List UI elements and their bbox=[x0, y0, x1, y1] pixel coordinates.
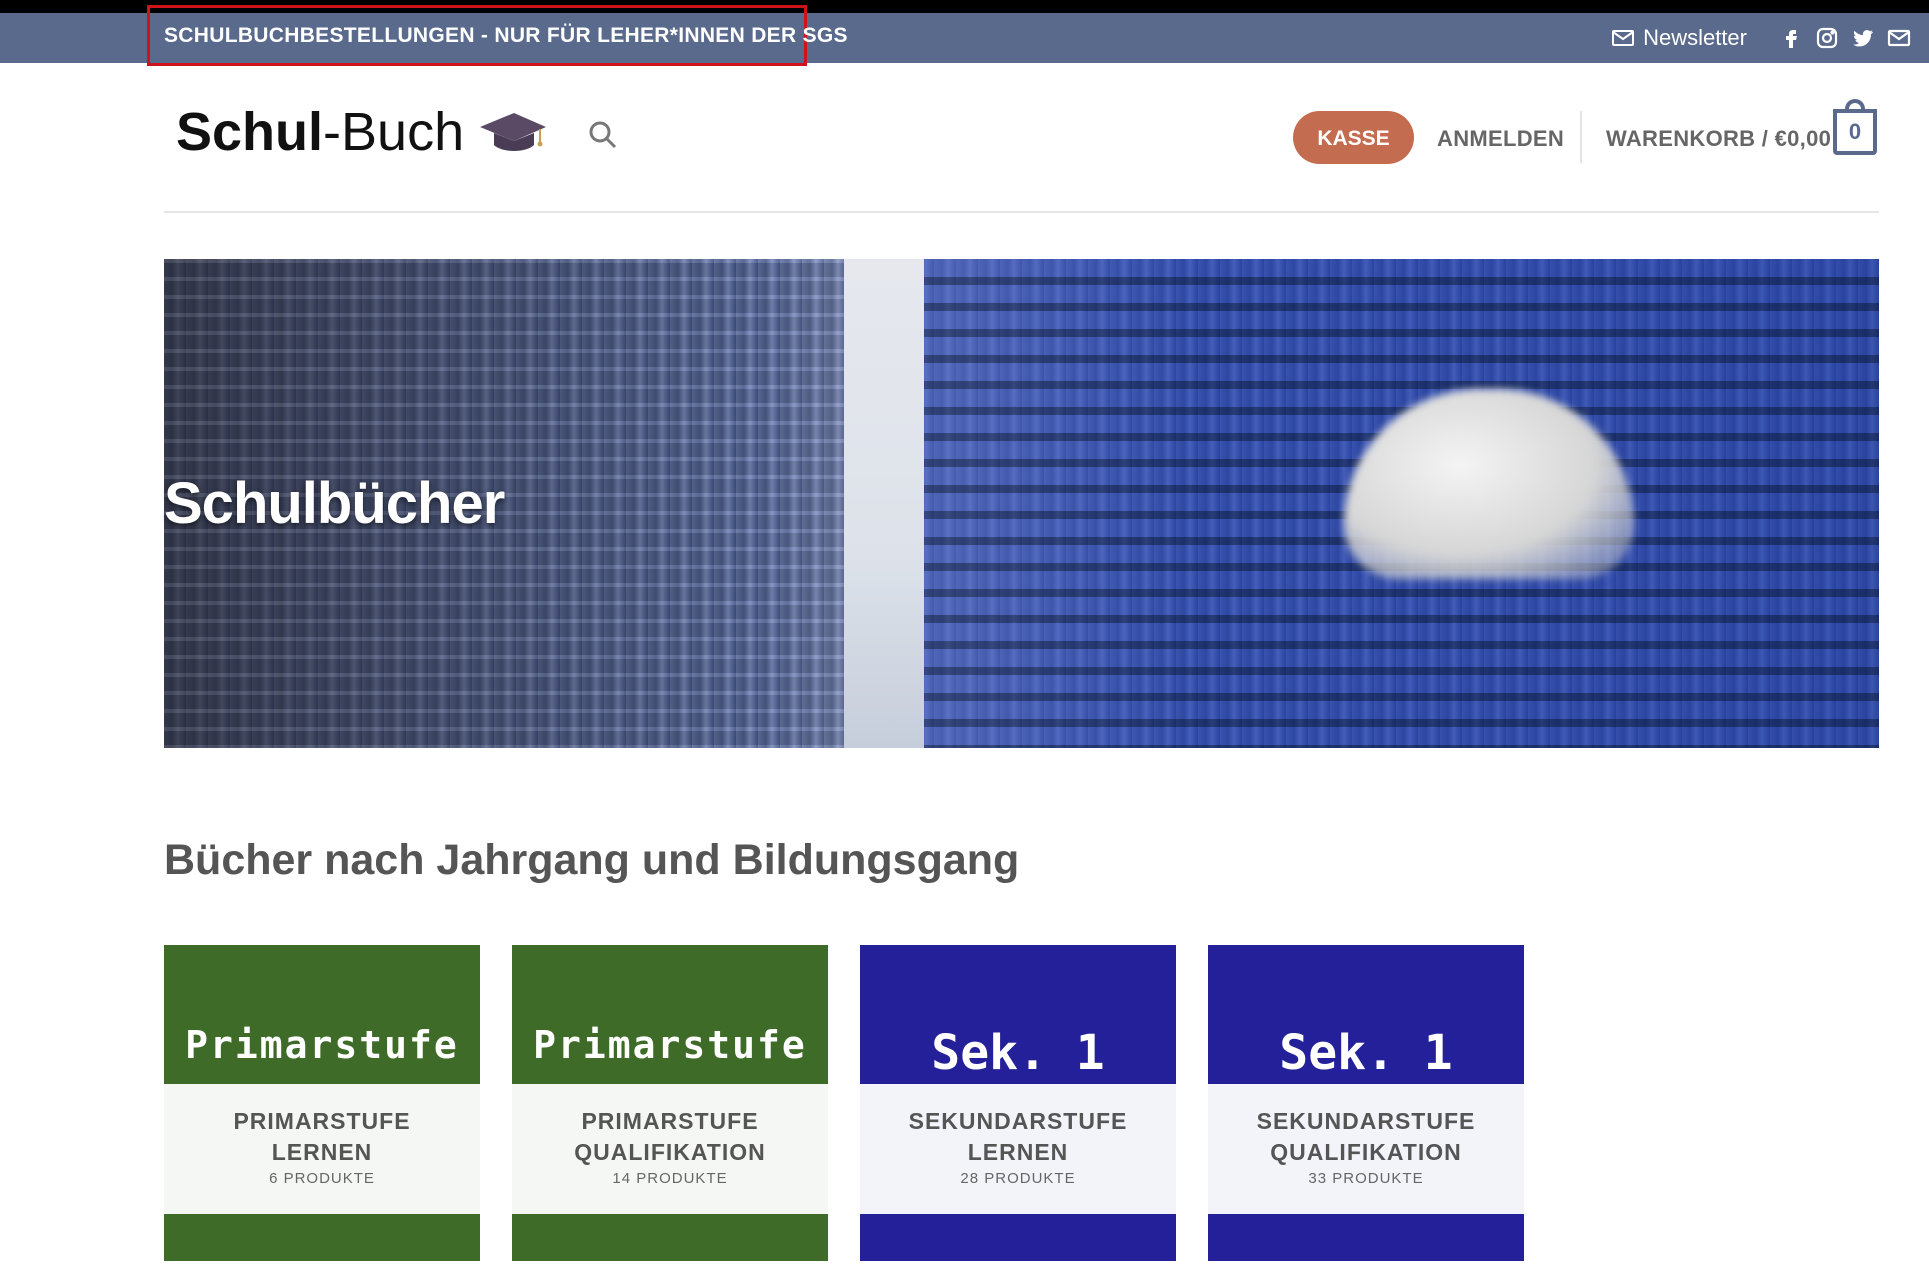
topbar-notice: SCHULBUCHBESTELLUNGEN - NUR FÜR LEHER*IN… bbox=[164, 24, 848, 47]
kasse-button[interactable]: KASSE bbox=[1293, 111, 1414, 164]
topbar-links: Newsletter bbox=[1611, 24, 1911, 52]
graduation-cap-icon bbox=[480, 113, 547, 151]
category-title-line2: QUALIFIKATION bbox=[1270, 1139, 1462, 1165]
section-heading: Bücher nach Jahrgang und Bildungsgang bbox=[164, 836, 1020, 884]
category-title-line1: SEKUNDARSTUFE bbox=[908, 1108, 1128, 1134]
category-title-line1: SEKUNDARSTUFE bbox=[1256, 1108, 1476, 1134]
nav-divider bbox=[1580, 111, 1582, 163]
category-caption: SEKUNDARSTUFE QUALIFIKATION 33 PRODUKTE bbox=[1208, 1084, 1524, 1214]
logo-text-rest: -Buch bbox=[323, 102, 465, 162]
category-caption: SEKUNDARSTUFE LERNEN 28 PRODUKTE bbox=[860, 1084, 1176, 1214]
mail-icon[interactable] bbox=[1887, 26, 1911, 50]
category-grid: Primarstufe PRIMARSTUFE LERNEN 6 PRODUKT… bbox=[164, 945, 1524, 1261]
cart-link[interactable]: WARENKORB / €0,00 bbox=[1606, 126, 1831, 152]
newsletter-label: Newsletter bbox=[1643, 25, 1747, 50]
facebook-icon[interactable] bbox=[1779, 26, 1803, 50]
category-caption: PRIMARSTUFE LERNEN 6 PRODUKTE bbox=[164, 1084, 480, 1214]
hero-title: Schulbücher bbox=[164, 471, 505, 536]
category-card-primar-qualifikation[interactable]: Primarstufe PRIMARSTUFE QUALIFIKATION 14… bbox=[512, 945, 828, 1261]
category-image-label: Sek. 1 bbox=[931, 1025, 1105, 1081]
cart-bag-icon[interactable]: 0 bbox=[1833, 99, 1877, 155]
category-count: 28 PRODUKTE bbox=[960, 1170, 1076, 1187]
twitter-icon[interactable] bbox=[1851, 26, 1875, 50]
category-image-label: Primarstufe bbox=[185, 1023, 459, 1067]
category-title-line1: PRIMARSTUFE bbox=[581, 1108, 759, 1134]
instagram-icon[interactable] bbox=[1815, 26, 1839, 50]
category-card-sek1-lernen[interactable]: Sek. 1 SEKUNDARSTUFE LERNEN 28 PRODUKTE bbox=[860, 945, 1176, 1261]
category-count: 33 PRODUKTE bbox=[1308, 1170, 1424, 1187]
site-header: Schul -Buch KASSE ANMELDEN WARENKORB / €0… bbox=[164, 63, 1879, 213]
category-caption: PRIMARSTUFE QUALIFIKATION 14 PRODUKTE bbox=[512, 1084, 828, 1214]
category-image-label: Sek. 1 bbox=[1279, 1025, 1453, 1081]
category-count: 6 PRODUKTE bbox=[269, 1170, 375, 1187]
category-title-line2: LERNEN bbox=[271, 1139, 373, 1165]
category-title-line1: PRIMARSTUFE bbox=[233, 1108, 411, 1134]
site-logo[interactable]: Schul -Buch bbox=[176, 101, 548, 163]
category-card-primar-lernen[interactable]: Primarstufe PRIMARSTUFE LERNEN 6 PRODUKT… bbox=[164, 945, 480, 1261]
anmelden-link[interactable]: ANMELDEN bbox=[1437, 126, 1564, 152]
logo-text-bold: Schul bbox=[176, 102, 324, 162]
category-image-label: Primarstufe bbox=[533, 1023, 807, 1067]
envelope-icon bbox=[1611, 26, 1635, 50]
hero-aisle bbox=[844, 259, 924, 748]
category-card-sek1-qualifikation[interactable]: Sek. 1 SEKUNDARSTUFE QUALIFIKATION 33 PR… bbox=[1208, 945, 1524, 1261]
newsletter-link[interactable]: Newsletter bbox=[1611, 25, 1747, 51]
category-count: 14 PRODUKTE bbox=[612, 1170, 728, 1187]
category-title-line2: LERNEN bbox=[967, 1139, 1069, 1165]
search-icon[interactable] bbox=[586, 118, 620, 152]
category-title-line2: QUALIFIKATION bbox=[574, 1139, 766, 1165]
